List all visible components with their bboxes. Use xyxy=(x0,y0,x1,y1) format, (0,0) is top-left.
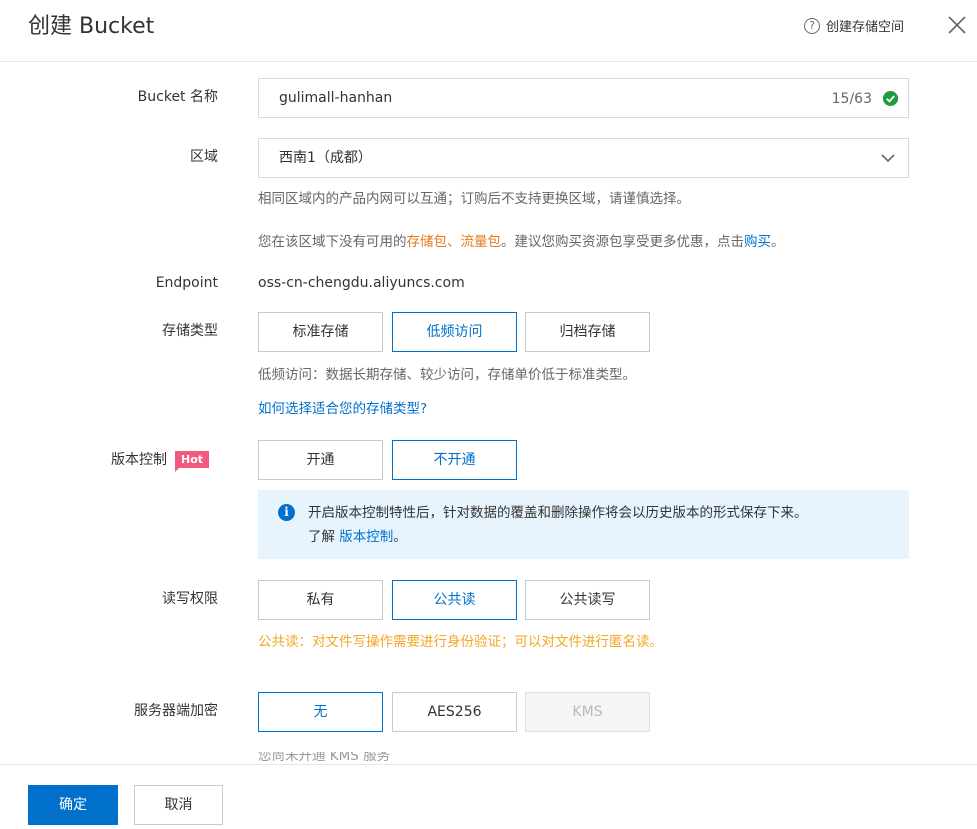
encryption-label: 服务器端加密 xyxy=(134,703,218,719)
storage-class-help-link[interactable]: 如何选择适合您的存储类型? xyxy=(258,399,427,419)
storage-class-standard[interactable]: 标准存储 xyxy=(258,312,383,352)
purchase-link[interactable]: 购买 xyxy=(744,234,771,250)
kms-note: 您尚未开通 KMS 服务 xyxy=(258,752,391,764)
versioning-info-text: 开启版本控制特性后，针对数据的覆盖和删除操作将会以历史版本的形式保存下来。 xyxy=(308,505,808,521)
acl-warning: 公共读：对文件写操作需要进行身份验证；可以对文件进行匿名读。 xyxy=(258,634,663,650)
storage-class-archive[interactable]: 归档存储 xyxy=(525,312,650,352)
region-purchase-note: 您在该区域下没有可用的存储包、流量包。建议您购买资源包享受更多优惠，点击购买。 xyxy=(258,232,785,252)
package-highlight: 存储包、流量包 xyxy=(406,234,502,250)
bucket-name-input[interactable]: gulimall-hanhan 15/63 xyxy=(258,78,909,118)
question-circle-icon: ? xyxy=(804,17,820,34)
region-label: 区域 xyxy=(190,149,218,165)
close-icon[interactable] xyxy=(946,14,968,36)
help-link[interactable]: ? 创建存储空间 xyxy=(804,16,904,35)
bucket-name-label: Bucket 名称 xyxy=(137,89,218,105)
bucket-name-value: gulimall-hanhan xyxy=(279,90,393,106)
learn-prefix: 了解 xyxy=(308,529,335,545)
versioning-info-box: i 开启版本控制特性后，针对数据的覆盖和删除操作将会以历史版本的形式保存下来。 … xyxy=(258,490,909,559)
kms-note-clip: 您尚未开通 KMS 服务 xyxy=(258,752,558,764)
bucket-name-counter: 15/63 xyxy=(831,91,872,107)
versioning-label: 版本控制 xyxy=(111,452,167,468)
confirm-button[interactable]: 确定 xyxy=(28,785,118,825)
encryption-kms: KMS xyxy=(525,692,650,732)
region-select[interactable]: 西南1（成都） xyxy=(258,138,909,178)
region-note: 相同区域内的产品内网可以互通；订购后不支持更换区域，请谨慎选择。 xyxy=(258,191,690,207)
help-link-label: 创建存储空间 xyxy=(826,20,905,35)
chevron-down-icon xyxy=(881,154,895,163)
encryption-aes256[interactable]: AES256 xyxy=(392,692,517,732)
acl-private[interactable]: 私有 xyxy=(258,580,383,620)
storage-class-label: 存储类型 xyxy=(162,323,218,339)
hot-badge: Hot xyxy=(175,451,210,468)
encryption-none[interactable]: 无 xyxy=(258,692,383,732)
endpoint-label: Endpoint xyxy=(155,275,218,291)
purchase-note-middle: 。建议您购买资源包享受更多优惠，点击 xyxy=(501,234,744,250)
region-selected: 西南1（成都） xyxy=(279,150,372,166)
versioning-enable[interactable]: 开通 xyxy=(258,440,383,480)
info-icon: i xyxy=(278,504,295,521)
acl-public-read[interactable]: 公共读 xyxy=(392,580,517,620)
purchase-note-suffix: 。 xyxy=(771,234,785,250)
versioning-disable[interactable]: 不开通 xyxy=(392,440,517,480)
dialog-header: 创建 Bucket ? 创建存储空间 xyxy=(0,0,977,62)
versioning-info-learn: 了解 版本控制。 xyxy=(308,527,407,547)
hot-badge-tail xyxy=(175,467,180,472)
learn-suffix: 。 xyxy=(393,529,407,545)
dialog-title: 创建 Bucket xyxy=(28,14,155,39)
acl-public-read-write[interactable]: 公共读写 xyxy=(525,580,650,620)
storage-class-ia[interactable]: 低频访问 xyxy=(392,312,517,352)
check-circle-icon xyxy=(883,91,898,106)
dialog-footer: 确定 取消 xyxy=(0,764,977,829)
acl-label: 读写权限 xyxy=(162,591,218,607)
cancel-button[interactable]: 取消 xyxy=(134,785,223,825)
purchase-note-prefix: 您在该区域下没有可用的 xyxy=(258,234,407,250)
endpoint-value: oss-cn-chengdu.aliyuncs.com xyxy=(258,275,465,291)
versioning-doc-link[interactable]: 版本控制 xyxy=(339,529,393,545)
storage-class-description: 低频访问：数据长期存储、较少访问，存储单价低于标准类型。 xyxy=(258,367,636,383)
